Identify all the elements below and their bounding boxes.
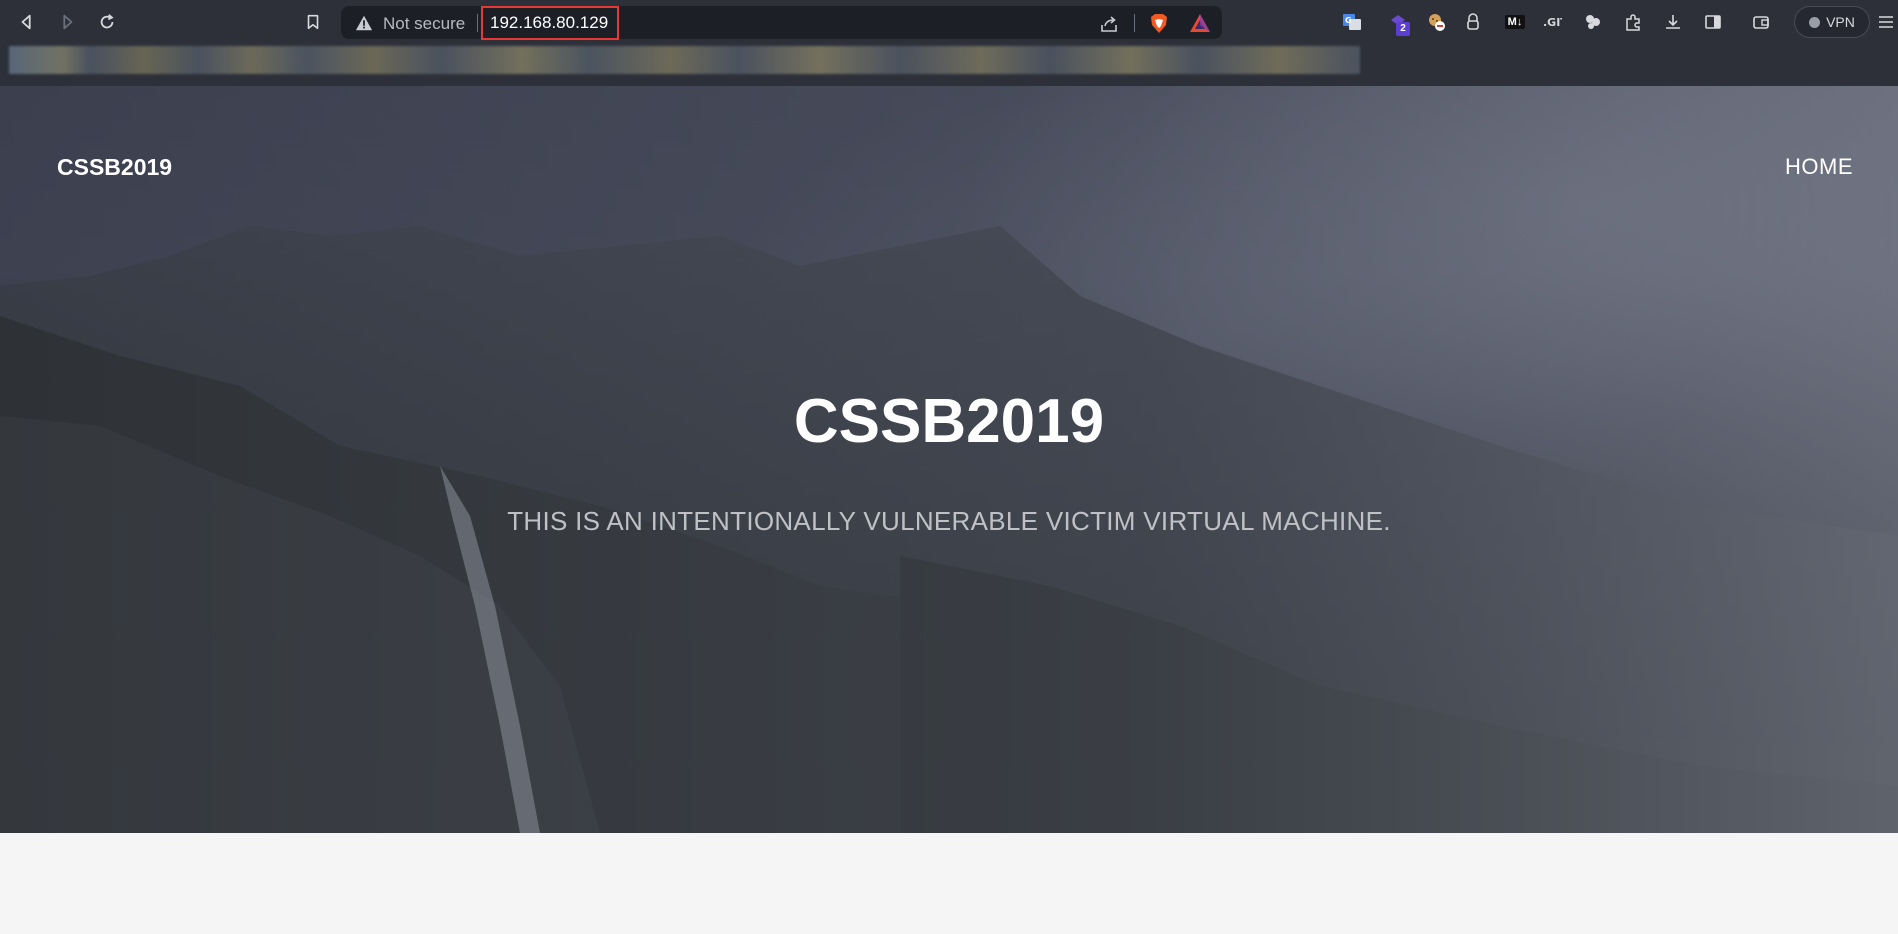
content-area [0,833,1898,934]
extensions-button[interactable] [1621,10,1645,34]
cookie-extension[interactable] [1424,10,1448,34]
hamburger-menu-icon [1879,16,1893,28]
url-text[interactable]: 192.168.80.129 [481,6,619,40]
mountain-background-image [0,86,1898,833]
lock-icon [1467,13,1479,30]
svg-text:G: G [1345,16,1352,25]
bookmark-icon [307,14,319,30]
forward-button[interactable] [55,10,79,34]
cookie-icon [1429,14,1445,31]
sidebar-button[interactable] [1701,10,1725,34]
nav-home-link[interactable]: HOME [1785,154,1853,180]
puzzle-icon [1626,14,1640,31]
notification-badge: 2 [1396,22,1410,36]
browser-chrome: Not secure 192.168.80.129 G 2 M↓ .GIT [0,0,1898,86]
back-button[interactable] [15,10,39,34]
security-status[interactable]: Not secure [383,14,465,34]
back-icon [21,14,31,30]
google-translate-icon: G [1343,14,1361,30]
bookmarks-bar[interactable] [9,46,1360,74]
circles-icon [1586,15,1600,29]
wallet-button[interactable] [1749,10,1773,34]
downloads-button[interactable] [1661,10,1685,34]
translate-extension[interactable]: G [1340,10,1364,34]
svg-text:.GIT: .GIT [1543,16,1562,29]
password-manager-extension[interactable] [1461,10,1485,34]
hero-section: CSSB2019 HOME CSSB2019 THIS IS AN INTENT… [0,86,1898,833]
vpn-button[interactable]: VPN [1794,6,1870,38]
vpn-status-icon [1809,16,1821,28]
wallet-icon [1753,16,1769,29]
brave-rewards-icon[interactable] [1189,13,1211,33]
reload-icon [100,14,114,29]
menu-button[interactable] [1874,10,1898,34]
site-brand[interactable]: CSSB2019 [57,154,172,181]
address-bar[interactable]: Not secure 192.168.80.129 [341,6,1222,40]
browser-toolbar: Not secure 192.168.80.129 G 2 M↓ .GIT [0,0,1898,44]
forward-icon [63,14,73,30]
markdown-extension[interactable]: M↓ [1500,10,1530,34]
omnibox-divider [477,14,478,32]
download-icon [1666,15,1680,29]
omnibox-divider-2 [1134,14,1135,32]
share-icon[interactable] [1099,14,1119,34]
bookmark-button[interactable] [301,10,325,34]
hero-subtitle: THIS IS AN INTENTIONALLY VULNERABLE VICT… [507,506,1391,536]
hero-title: CSSB2019 [793,387,1105,456]
notification-extension[interactable]: 2 [1386,10,1410,36]
brave-shields-icon[interactable] [1148,12,1170,34]
sidebar-icon [1705,15,1721,29]
git-extension[interactable]: .GIT [1540,10,1564,34]
vpn-label: VPN [1826,14,1855,30]
git-icon: .GIT [1543,16,1562,29]
reload-button[interactable] [95,10,119,34]
circles-extension[interactable] [1581,10,1605,34]
warning-icon[interactable] [355,14,373,32]
markdown-icon: M↓ [1504,15,1526,29]
